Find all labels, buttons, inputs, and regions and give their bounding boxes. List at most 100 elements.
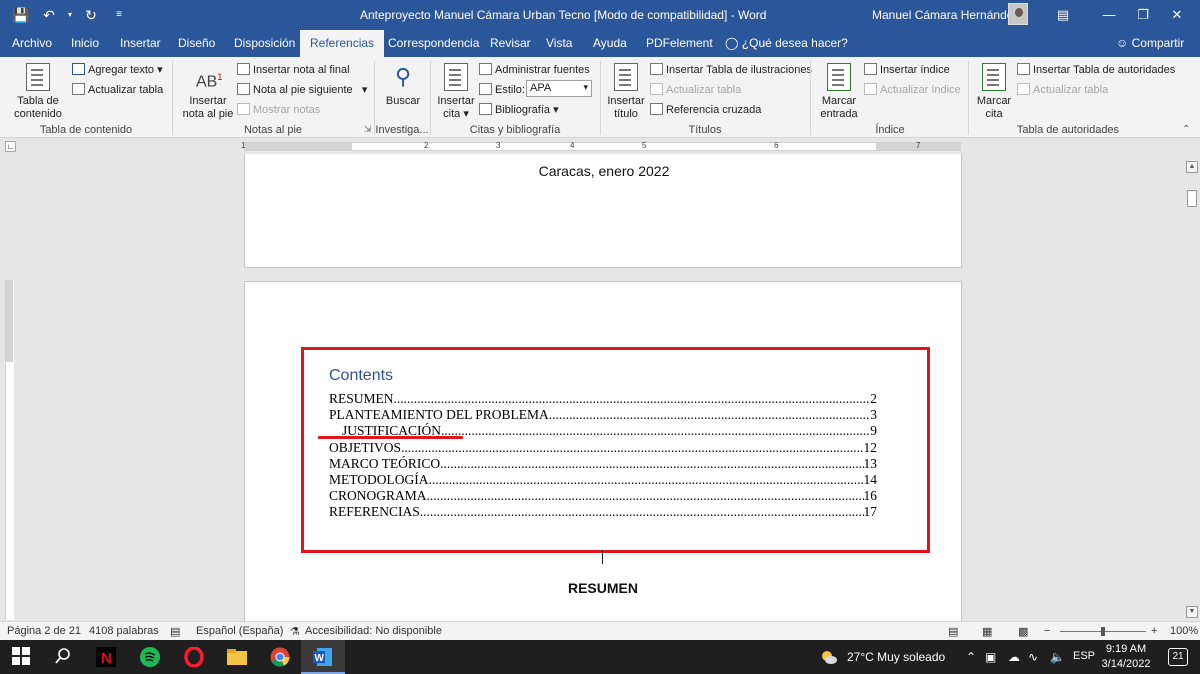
windows-start-icon[interactable] bbox=[12, 647, 34, 667]
share-button[interactable]: ☺ Compartir bbox=[1116, 36, 1184, 50]
mark-entry-label-1: Marcar bbox=[821, 95, 857, 107]
search-icon[interactable] bbox=[54, 647, 76, 667]
tell-me-search[interactable]: ◯ ¿Qué desea hacer? bbox=[725, 36, 848, 50]
opera-icon[interactable] bbox=[184, 646, 206, 668]
mark-citation-button[interactable]: Marcar cita bbox=[972, 63, 1016, 121]
close-icon[interactable]: ✕ bbox=[1154, 0, 1200, 30]
vertical-ruler[interactable] bbox=[5, 280, 14, 620]
notification-center[interactable]: 21 bbox=[1168, 648, 1188, 666]
web-layout-icon[interactable]: ▩ bbox=[1018, 625, 1028, 638]
insert-footnote-button[interactable]: AB1 Insertar nota al pie bbox=[180, 63, 236, 121]
toc-entry[interactable]: RESUMEN 2 bbox=[329, 391, 877, 407]
tab-insertar[interactable]: Insertar bbox=[120, 36, 161, 50]
print-layout-icon[interactable]: ▦ bbox=[982, 625, 992, 638]
manage-sources-button[interactable]: Administrar fuentes bbox=[479, 63, 590, 76]
bibliography-button[interactable]: Bibliografía ▾ bbox=[479, 103, 559, 116]
tab-vista[interactable]: Vista bbox=[546, 36, 572, 50]
footnotes-dialog-launcher-icon[interactable]: ⇲ bbox=[364, 124, 372, 135]
collapse-ribbon-icon[interactable]: ⌃ bbox=[1182, 124, 1190, 135]
insert-caption-icon bbox=[614, 63, 638, 91]
update-authorities-button[interactable]: Actualizar tabla bbox=[1017, 83, 1108, 96]
svg-text:W: W bbox=[315, 653, 325, 664]
wifi-icon[interactable]: ∿ bbox=[1028, 650, 1038, 664]
tab-diseno[interactable]: Diseño bbox=[178, 36, 215, 50]
undo-dropdown-icon[interactable]: ▾ bbox=[66, 5, 74, 25]
ruler-left-margin bbox=[244, 143, 352, 150]
read-mode-icon[interactable]: ▤ bbox=[948, 625, 958, 638]
vertical-scrollbar[interactable]: ▲ ▼ bbox=[1184, 154, 1200, 621]
tab-pdfelement[interactable]: PDFelement bbox=[646, 36, 713, 50]
avatar[interactable] bbox=[1008, 3, 1028, 25]
insert-table-of-figures-button[interactable]: Insertar Tabla de ilustraciones bbox=[650, 63, 812, 76]
weather-sun-icon[interactable] bbox=[820, 649, 842, 669]
cloud-icon[interactable]: ☁ bbox=[1008, 650, 1020, 664]
zoom-out-button[interactable]: − bbox=[1044, 625, 1050, 637]
update-figures-table-button[interactable]: Actualizar tabla bbox=[650, 83, 741, 96]
redo-icon[interactable]: ↻ bbox=[80, 5, 102, 25]
zoom-slider[interactable] bbox=[1060, 627, 1146, 636]
page-count[interactable]: Página 2 de 21 bbox=[7, 625, 81, 637]
scroll-thumb[interactable] bbox=[1187, 190, 1197, 207]
tab-disposicion[interactable]: Disposición bbox=[234, 36, 295, 50]
toc-entry[interactable]: OBJETIVOS 12 bbox=[329, 440, 877, 456]
word-count[interactable]: 4108 palabras bbox=[89, 625, 159, 637]
toc-entry[interactable]: MARCO TEÓRICO 13 bbox=[329, 456, 877, 472]
cross-reference-button[interactable]: Referencia cruzada bbox=[650, 103, 761, 116]
table-of-contents-button[interactable]: Tabla de contenido bbox=[10, 63, 66, 121]
save-icon[interactable]: 💾 bbox=[10, 5, 32, 25]
chevron-up-icon[interactable]: ⌃ bbox=[966, 650, 976, 664]
search-button[interactable]: ⚲ Buscar bbox=[380, 63, 426, 108]
mark-citation-label-2: cita bbox=[985, 108, 1003, 120]
insert-authorities-button[interactable]: Insertar Tabla de autoridades bbox=[1017, 63, 1175, 76]
zoom-in-button[interactable]: + bbox=[1151, 625, 1157, 637]
input-language[interactable]: ESP bbox=[1073, 650, 1095, 662]
scroll-down-icon[interactable]: ▼ bbox=[1186, 606, 1198, 618]
tab-ayuda[interactable]: Ayuda bbox=[593, 36, 627, 50]
scroll-up-icon[interactable]: ▲ bbox=[1186, 161, 1198, 173]
tab-inicio[interactable]: Inicio bbox=[71, 36, 99, 50]
netflix-icon[interactable]: N bbox=[96, 647, 118, 667]
horizontal-ruler[interactable]: 1 2 3 4 5 6 7 bbox=[241, 141, 961, 151]
customize-qat-icon[interactable]: ≡ bbox=[108, 5, 130, 25]
show-notes-button[interactable]: Mostrar notas bbox=[237, 103, 320, 116]
update-toc-button[interactable]: Actualizar tabla bbox=[72, 83, 163, 96]
insert-citation-button[interactable]: Insertar cita ▾ bbox=[434, 63, 478, 121]
chrome-icon[interactable] bbox=[270, 647, 292, 667]
mark-entry-button[interactable]: Marcar entrada bbox=[816, 63, 862, 121]
zoom-level[interactable]: 100% bbox=[1170, 625, 1198, 637]
next-footnote-button[interactable]: Nota al pie siguiente ▾ bbox=[237, 83, 367, 96]
mark-entry-label-2: entrada bbox=[820, 108, 858, 120]
ribbon-display-options-icon[interactable]: ▤ bbox=[1040, 0, 1086, 30]
volume-icon[interactable]: 🔈 bbox=[1050, 650, 1065, 664]
citation-style-select[interactable]: APA ▾ bbox=[526, 80, 592, 97]
insert-caption-button[interactable]: Insertar título bbox=[604, 63, 648, 121]
tab-archivo[interactable]: Archivo bbox=[12, 36, 52, 50]
undo-icon[interactable]: ↶ bbox=[38, 5, 60, 25]
accessibility-status[interactable]: Accesibilidad: No disponible bbox=[305, 625, 442, 637]
proofing-icon[interactable]: ▤ bbox=[170, 625, 180, 638]
add-text-button[interactable]: Agregar texto ▾ bbox=[72, 63, 163, 76]
tab-revisar[interactable]: Revisar bbox=[490, 36, 531, 50]
insert-endnote-button[interactable]: Insertar nota al final bbox=[237, 63, 350, 76]
update-index-button[interactable]: Actualizar índice bbox=[864, 83, 961, 96]
tray-app-icon[interactable]: ▣ bbox=[985, 650, 996, 664]
word-taskbar-button[interactable]: W bbox=[301, 640, 345, 674]
user-name[interactable]: Manuel Cámara Hernández bbox=[872, 8, 1019, 22]
tab-correspondencia[interactable]: Correspondencia bbox=[388, 36, 479, 50]
tab-selector-icon[interactable]: ∟ bbox=[5, 141, 16, 152]
toc-entry[interactable]: CRONOGRAMA 16 bbox=[329, 488, 877, 504]
citation-label-2: cita bbox=[443, 108, 461, 120]
tab-referencias[interactable]: Referencias bbox=[300, 30, 385, 57]
page1-text: Caracas, enero 2022 bbox=[538, 163, 670, 179]
spotify-icon[interactable] bbox=[140, 647, 162, 667]
toc-entry[interactable]: PLANTEAMIENTO DEL PROBLEMA 3 bbox=[329, 407, 877, 423]
language[interactable]: Español (España) bbox=[196, 625, 283, 637]
insert-index-button[interactable]: Insertar índice bbox=[864, 63, 950, 76]
clock[interactable]: 9:19 AM 3/14/2022 bbox=[1100, 642, 1152, 672]
table-of-contents-icon bbox=[26, 63, 50, 91]
page-1[interactable]: Caracas, enero 2022 bbox=[244, 154, 962, 268]
toc-entry[interactable]: METODOLOGÍA 14 bbox=[329, 472, 877, 488]
weather-text[interactable]: 27°C Muy soleado bbox=[847, 650, 945, 664]
file-explorer-icon[interactable] bbox=[226, 647, 248, 667]
toc-entry[interactable]: REFERENCIAS 17 bbox=[329, 504, 877, 520]
